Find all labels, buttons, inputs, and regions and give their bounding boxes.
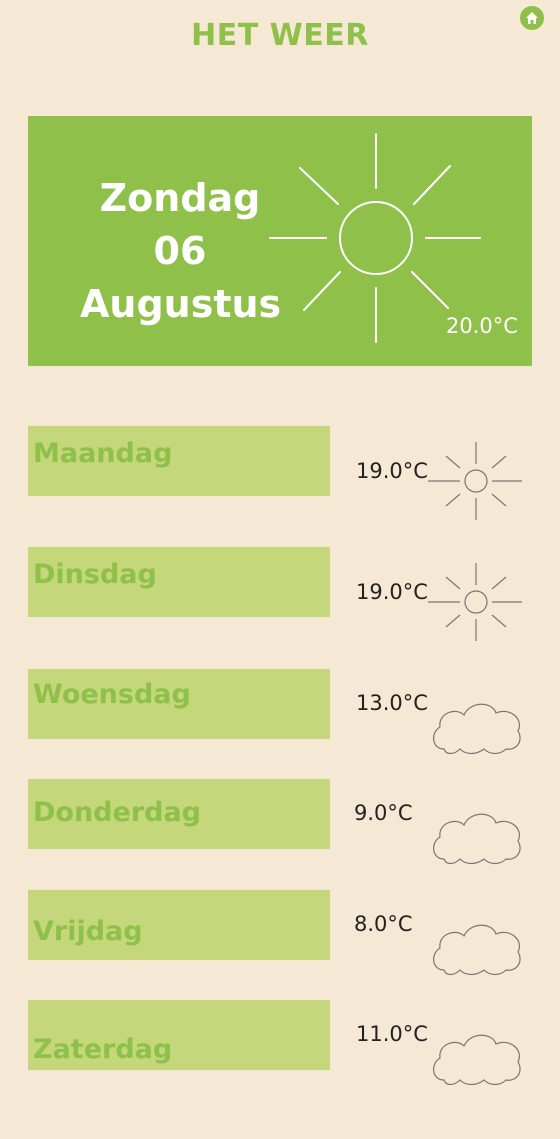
home-button[interactable] bbox=[520, 6, 544, 30]
forecast-row: Zaterdag 11.0°C bbox=[28, 1000, 560, 1090]
today-card: Zondag 06 Augustus 20.0°C bbox=[28, 116, 532, 366]
forecast-day-button[interactable]: Woensdag bbox=[28, 669, 330, 739]
forecast-day-label: Dinsdag bbox=[33, 559, 157, 590]
forecast-row: Woensdag 13.0°C bbox=[28, 669, 560, 759]
forecast-row: Maandag 19.0°C bbox=[28, 426, 560, 520]
forecast-temperature: 19.0°C bbox=[356, 459, 428, 483]
forecast-day-label: Woensdag bbox=[33, 679, 191, 710]
forecast-day-button[interactable]: Zaterdag bbox=[28, 1000, 330, 1070]
page-title: HET WEER bbox=[191, 18, 369, 53]
forecast-temperature: 13.0°C bbox=[356, 691, 428, 715]
forecast-day-button[interactable]: Dinsdag bbox=[28, 547, 330, 617]
cloud-icon bbox=[433, 703, 521, 755]
today-month: Augustus bbox=[80, 282, 282, 326]
cloud-icon bbox=[433, 924, 521, 976]
forecast-row: Donderdag 9.0°C bbox=[28, 779, 560, 869]
forecast-day-label: Maandag bbox=[33, 438, 173, 469]
forecast-day-label: Donderdag bbox=[33, 797, 202, 828]
forecast-temperature: 9.0°C bbox=[354, 801, 413, 825]
sun-icon bbox=[428, 442, 522, 520]
forecast-day-label: Vrijdag bbox=[33, 916, 143, 947]
today-day: 06 bbox=[153, 229, 207, 273]
forecast-row: Vrijdag 8.0°C bbox=[28, 890, 560, 980]
forecast-row: Dinsdag 19.0°C bbox=[28, 547, 560, 641]
forecast-temperature: 8.0°C bbox=[354, 912, 413, 936]
forecast-day-button[interactable]: Donderdag bbox=[28, 779, 330, 849]
forecast-day-label: Zaterdag bbox=[33, 1034, 173, 1065]
forecast-day-button[interactable]: Maandag bbox=[28, 426, 330, 496]
today-temperature: 20.0°C bbox=[446, 314, 518, 338]
forecast-day-button[interactable]: Vrijdag bbox=[28, 890, 330, 960]
sun-icon bbox=[428, 563, 522, 641]
cloud-icon bbox=[433, 813, 521, 865]
forecast-temperature: 19.0°C bbox=[356, 580, 428, 604]
today-date: Zondag 06 Augustus bbox=[80, 172, 282, 331]
home-icon bbox=[526, 12, 538, 24]
forecast-temperature: 11.0°C bbox=[356, 1022, 428, 1046]
today-weekday: Zondag bbox=[99, 176, 261, 220]
cloud-icon bbox=[433, 1034, 521, 1086]
